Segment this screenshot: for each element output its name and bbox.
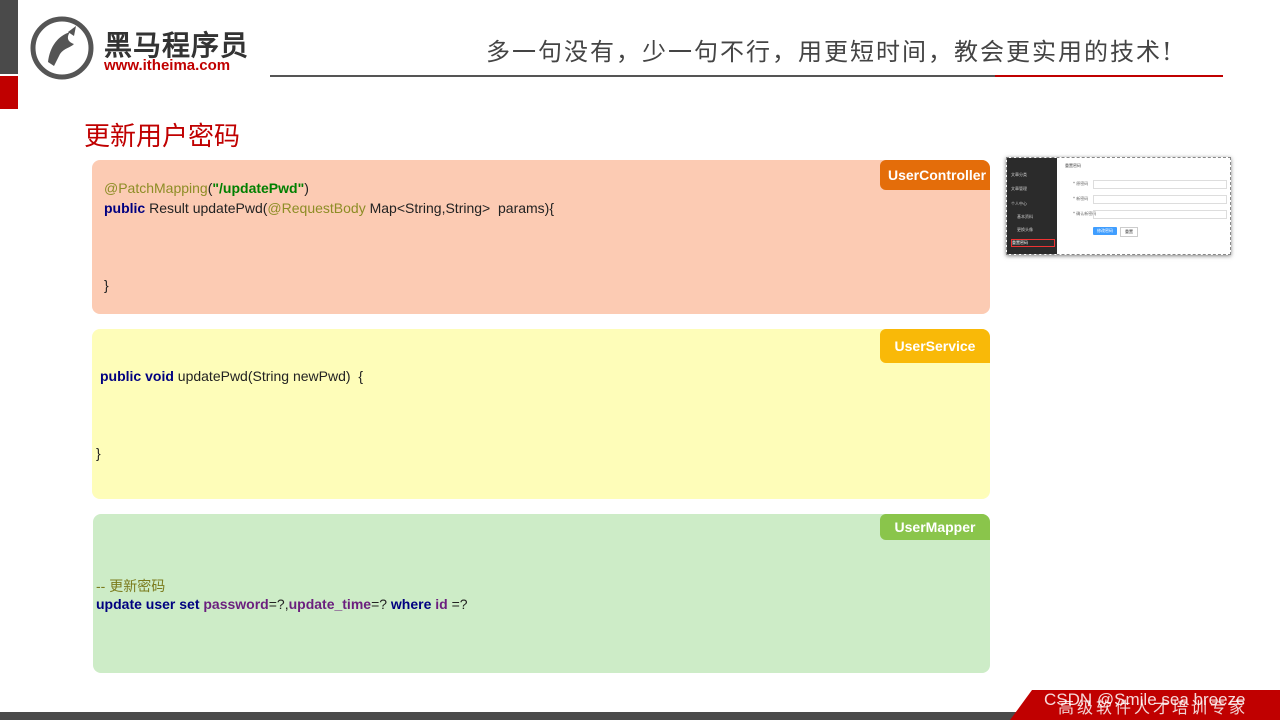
thumb-form-row: * 新密码 xyxy=(1065,195,1227,204)
thumb-menu-item: 个人中心 xyxy=(1011,201,1027,206)
sql-statement: update user set password=?,update_time=?… xyxy=(96,596,468,612)
thumb-menu-item-active: 重置密码 xyxy=(1011,239,1055,247)
mapper-code-box: UserMapper -- 更新密码 update user set passw… xyxy=(93,514,990,673)
thumb-menu-item: 文章分类 xyxy=(1011,172,1027,177)
public-keyword: public xyxy=(104,200,146,216)
slogan: 多一句没有，少一句不行，用更短时间，教会更实用的技术! xyxy=(486,38,1174,66)
sql-update-keyword: update user set xyxy=(96,596,204,612)
sql-col-password: password xyxy=(203,596,269,612)
header-divider-accent xyxy=(995,75,1223,77)
thumb-menu-item: 基本资料 xyxy=(1017,214,1033,219)
sql-comment: -- 更新密码 xyxy=(96,578,166,594)
side-decor-red xyxy=(0,76,18,109)
paren-close: ) xyxy=(304,180,309,196)
controller-line-1: @PatchMapping("/updatePwd") xyxy=(104,180,309,196)
request-body-annotation: @RequestBody xyxy=(267,200,366,216)
service-code-box: UserService public void updatePwd(String… xyxy=(92,329,990,499)
side-decor-gray xyxy=(0,0,18,74)
service-line-1: public void updatePwd(String newPwd) { xyxy=(100,368,363,384)
mapper-tag: UserMapper xyxy=(880,514,990,540)
logo: 黑马程序员 www.itheima.com xyxy=(30,14,260,80)
public-void-keyword: public void xyxy=(100,368,174,384)
path-string: "/updatePwd" xyxy=(212,180,305,196)
controller-code-box: UserController @PatchMapping("/updatePwd… xyxy=(92,160,990,314)
sql-where-keyword: where xyxy=(390,596,436,612)
service-tag: UserService xyxy=(880,329,990,363)
thumb-menu-item: 文章管理 xyxy=(1011,186,1027,191)
thumb-input xyxy=(1093,195,1227,204)
service-close-brace: } xyxy=(96,445,101,461)
controller-line-2: public Result updatePwd(@RequestBody Map… xyxy=(104,200,554,216)
thumb-form-row: * 确认新密码 xyxy=(1065,210,1227,219)
thumb-label: * 新密码 xyxy=(1073,196,1089,201)
sql-col-id: id xyxy=(435,596,448,612)
thumb-page-title: 重置密码 xyxy=(1065,163,1081,168)
params-signature: Map<String,String> params){ xyxy=(365,200,555,216)
thumb-form-row: * 原密码 xyxy=(1065,180,1227,189)
sql-text-1: =?, xyxy=(268,596,289,612)
controller-tag: UserController xyxy=(880,160,990,190)
logo-url: www.itheima.com xyxy=(104,57,231,74)
method-signature: Result updatePwd( xyxy=(145,200,268,216)
sql-text-3: =? xyxy=(447,596,468,612)
header-divider xyxy=(270,75,995,77)
thumb-sidebar: 文章分类 文章管理 个人中心 基本资料 更换头像 重置密码 xyxy=(1007,158,1057,254)
reset-password-thumbnail: 文章分类 文章管理 个人中心 基本资料 更换头像 重置密码 重置密码 * 原密码… xyxy=(1006,157,1231,255)
sql-col-update-time: update_time xyxy=(288,596,372,612)
controller-close-brace: } xyxy=(104,277,109,293)
thumb-submit-button: 修改密码 xyxy=(1093,227,1117,235)
sql-text-2: =? xyxy=(371,596,391,612)
patch-mapping-annotation: @PatchMapping xyxy=(104,180,208,196)
thumb-reset-button: 重置 xyxy=(1120,227,1138,237)
thumb-menu-item: 更换头像 xyxy=(1017,227,1033,232)
csdn-watermark: CSDN @Smile sea breeze xyxy=(1044,690,1246,709)
horse-logo-icon xyxy=(30,16,94,80)
thumb-input xyxy=(1093,210,1227,219)
page-title: 更新用户密码 xyxy=(84,122,241,152)
service-signature: updatePwd(String newPwd) { xyxy=(173,368,363,384)
thumb-label: * 原密码 xyxy=(1073,181,1089,186)
thumb-input xyxy=(1093,180,1227,189)
